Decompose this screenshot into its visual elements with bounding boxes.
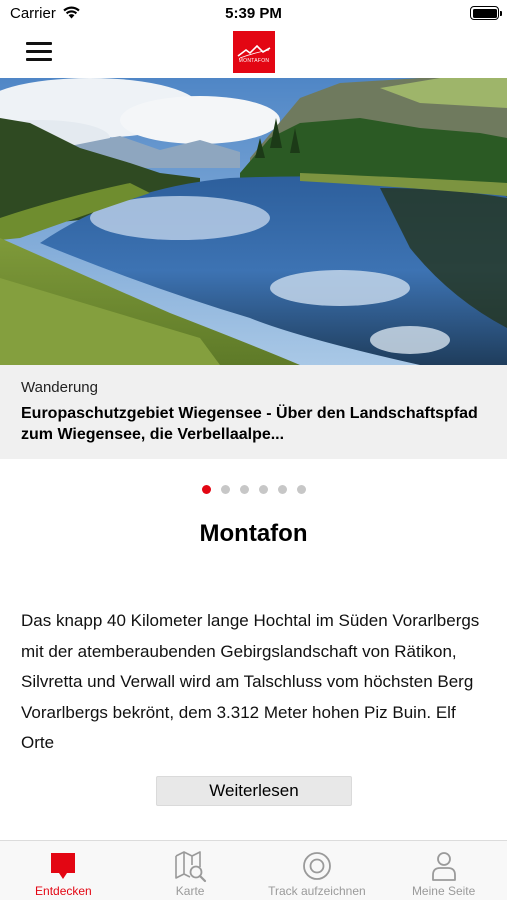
tab-meine-seite[interactable]: Meine Seite (380, 841, 507, 900)
featured-tour-card[interactable]: Wanderung Europaschutzgebiet Wiegensee -… (0, 78, 507, 459)
tab-label: Entdecken (35, 884, 92, 898)
region-description: Das knapp 40 Kilometer lange Hochtal im … (21, 611, 480, 752)
tab-entdecken[interactable]: Entdecken (0, 841, 127, 900)
tab-track-aufzeichnen[interactable]: Track aufzeichnen (254, 841, 381, 900)
tour-category: Wanderung (21, 379, 98, 396)
pager-dot[interactable] (277, 485, 287, 494)
clock: 5:39 PM (225, 5, 282, 22)
pager-dot[interactable] (296, 485, 306, 494)
map-search-icon (175, 851, 207, 883)
logo-text: MONTAFON (238, 58, 270, 64)
tour-title: Europaschutzgebiet Wiegensee - Über den … (21, 405, 478, 443)
pager-dot[interactable] (201, 485, 211, 494)
person-icon (431, 852, 456, 881)
status-bar: Carrier 5:39 PM (0, 0, 507, 28)
nav-bar: MONTAFON (0, 28, 507, 78)
tab-label: Meine Seite (411, 884, 476, 898)
carousel-pager[interactable] (0, 485, 507, 495)
hero-landscape-image (0, 78, 507, 365)
logo-mountain-icon (237, 44, 271, 59)
pager-dot[interactable] (220, 485, 230, 494)
section-title: Montafon (199, 520, 308, 547)
chat-bubble-icon (51, 853, 76, 879)
tab-karte[interactable]: Karte (127, 841, 254, 900)
pager-dot[interactable] (258, 485, 268, 494)
hamburger-menu-icon[interactable] (26, 40, 54, 64)
montafon-logo[interactable]: MONTAFON (233, 31, 275, 73)
hero-caption: Wanderung Europaschutzgebiet Wiegensee -… (0, 365, 507, 459)
tab-label: Karte (175, 884, 205, 898)
tab-label: Track aufzeichnen (268, 884, 366, 898)
record-track-icon (302, 852, 331, 880)
battery-icon (470, 6, 502, 20)
read-more-button[interactable]: Weiterlesen (156, 776, 352, 806)
tab-bar: Entdecken Karte Track aufzeichnen Meine … (0, 840, 507, 900)
pager-dot[interactable] (239, 485, 249, 494)
